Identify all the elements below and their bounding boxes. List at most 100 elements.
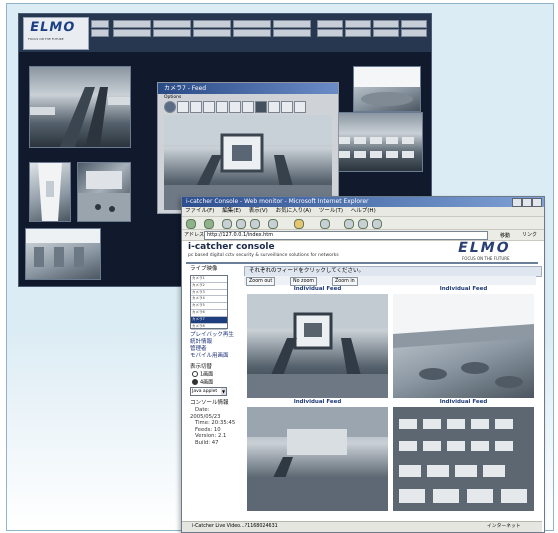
zoom-out-icon[interactable] [190, 101, 202, 113]
settings-icon[interactable] [294, 101, 306, 113]
menu-bar: ファイル(F) 編集(E) 表示(V) お気に入り(A) ツール(T) ヘルプ(… [182, 207, 544, 217]
display-option-label: 4画面 [200, 379, 214, 385]
arrow-icon[interactable] [281, 101, 293, 113]
camera-thumbnail[interactable] [77, 162, 131, 222]
menu-help[interactable]: ヘルプ(H) [351, 208, 376, 214]
camera-button[interactable] [273, 29, 311, 37]
camera-thumbnail[interactable] [25, 228, 101, 280]
minimize-button[interactable] [512, 198, 522, 207]
display-option-1[interactable]: 1画面 [190, 371, 238, 379]
feed-cell[interactable]: Individual Feed [392, 399, 535, 511]
zoom-in-button[interactable]: Zoom in [332, 277, 358, 286]
feed-image[interactable] [247, 407, 388, 511]
menu-view[interactable]: 表示(V) [249, 208, 268, 214]
feed-cell[interactable]: Individual Feed [246, 286, 389, 398]
camera-thumbnail[interactable] [353, 66, 421, 112]
console-button[interactable] [345, 29, 371, 37]
console-page: i-catcher console pc based digital cctv … [182, 239, 542, 519]
console-button[interactable] [373, 29, 399, 37]
forward-icon[interactable] [204, 219, 214, 229]
menu-file[interactable]: ファイル(F) [185, 208, 214, 214]
page-subtitle: pc based digital cctv security & surveil… [188, 253, 339, 258]
playback-link[interactable]: プレイバック再生 [190, 332, 238, 339]
applet-select[interactable]: Java applet ▼ [190, 387, 227, 396]
home-icon[interactable] [250, 219, 260, 229]
print-icon[interactable] [372, 219, 382, 229]
console-button[interactable] [91, 29, 109, 37]
camera-thumbnail[interactable] [29, 66, 131, 148]
camera-thumbnail[interactable] [29, 162, 71, 222]
menu-favorites[interactable]: お気に入り(A) [276, 208, 312, 214]
camera-list-item[interactable]: カメラ1 [191, 276, 227, 283]
menu-tools[interactable]: ツール(T) [319, 208, 343, 214]
live-video-label: ライブ映像 [190, 266, 218, 272]
search-icon[interactable] [268, 219, 278, 229]
pan-icon[interactable] [203, 101, 215, 113]
back-icon[interactable] [186, 219, 196, 229]
close-button[interactable] [532, 198, 542, 207]
version-value: Version: 2.1 [195, 433, 227, 440]
sidebar: ライブ映像 カメラ1 カメラ2 カメラ3 カメラ4 カメラ5 カメラ6 カメラ7… [190, 266, 238, 447]
console-button[interactable] [401, 29, 427, 37]
camera-button[interactable] [153, 20, 191, 28]
no-zoom-button[interactable]: No zoom [290, 277, 318, 286]
atrium-feed-image [247, 407, 388, 511]
feed-window: カメラ7 - Feed Options [157, 82, 339, 214]
camera-button[interactable] [193, 20, 231, 28]
atrium-scene-image [354, 67, 420, 106]
magnify-icon[interactable] [242, 101, 254, 113]
camera-button[interactable] [233, 20, 271, 28]
feed-image[interactable] [247, 294, 388, 398]
browser-title-bar: i-catcher Console - Web monitor - Micros… [182, 197, 544, 207]
mail-icon[interactable] [358, 219, 368, 229]
refresh-icon[interactable] [236, 219, 246, 229]
tools-icon[interactable] [268, 101, 280, 113]
camera-list-item[interactable]: カメラ5 [191, 303, 227, 310]
zoom-in-icon[interactable] [177, 101, 189, 113]
radio-button-selected[interactable] [192, 378, 198, 385]
feed-cell[interactable]: Individual Feed [392, 286, 535, 398]
camera-list-item[interactable]: カメラ2 [191, 283, 227, 290]
mobile-view-link[interactable]: モバイル用画面 [190, 353, 238, 360]
camera-thumbnail[interactable] [331, 112, 423, 172]
console-button[interactable] [401, 20, 427, 28]
console-button[interactable] [345, 20, 371, 28]
console-button[interactable] [373, 20, 399, 28]
media-icon[interactable] [320, 219, 330, 229]
parking-scene-image [338, 137, 414, 158]
status-bar: i-Catcher Live Video...?1168024631 インターネ… [182, 521, 542, 532]
lock-icon[interactable] [255, 101, 267, 113]
console-button[interactable] [91, 20, 109, 28]
camera-list-item-selected[interactable]: カメラ7 [191, 316, 227, 324]
feed-toolbar [162, 97, 334, 113]
camera-button[interactable] [113, 20, 151, 28]
snapshot-icon[interactable] [216, 101, 228, 113]
record-icon[interactable] [164, 101, 176, 113]
statistics-link[interactable]: 統計情報 [190, 339, 238, 346]
camera-button[interactable] [113, 29, 151, 37]
console-button[interactable] [317, 29, 343, 37]
food-court-feed-image [393, 294, 534, 388]
maximize-button[interactable] [522, 198, 532, 207]
camera-button[interactable] [273, 20, 311, 28]
zoom-out-button[interactable]: Zoom out [246, 277, 276, 286]
search-icon[interactable] [229, 101, 241, 113]
stop-icon[interactable] [222, 219, 232, 229]
camera-listbox[interactable]: カメラ1 カメラ2 カメラ3 カメラ4 カメラ5 カメラ6 カメラ7 カメラ8 [190, 275, 228, 331]
console-button[interactable] [317, 20, 343, 28]
display-option-4[interactable]: 4画面 [190, 378, 238, 387]
favorites-icon[interactable] [294, 219, 304, 229]
history-icon[interactable] [344, 219, 354, 229]
camera-list-item[interactable]: カメラ6 [191, 310, 227, 317]
feed-cell[interactable]: Individual Feed [246, 399, 389, 511]
camera-list-item[interactable]: カメラ8 [191, 324, 227, 331]
feed-image[interactable] [393, 407, 534, 511]
camera-button[interactable] [233, 29, 271, 37]
radio-button[interactable] [192, 371, 198, 377]
feed-image[interactable] [393, 294, 534, 398]
security-zone: インターネット [487, 524, 521, 529]
camera-button[interactable] [153, 29, 191, 37]
camera-button[interactable] [193, 29, 231, 37]
menu-edit[interactable]: 編集(E) [222, 208, 241, 214]
admin-link[interactable]: 管理者 [190, 346, 238, 353]
